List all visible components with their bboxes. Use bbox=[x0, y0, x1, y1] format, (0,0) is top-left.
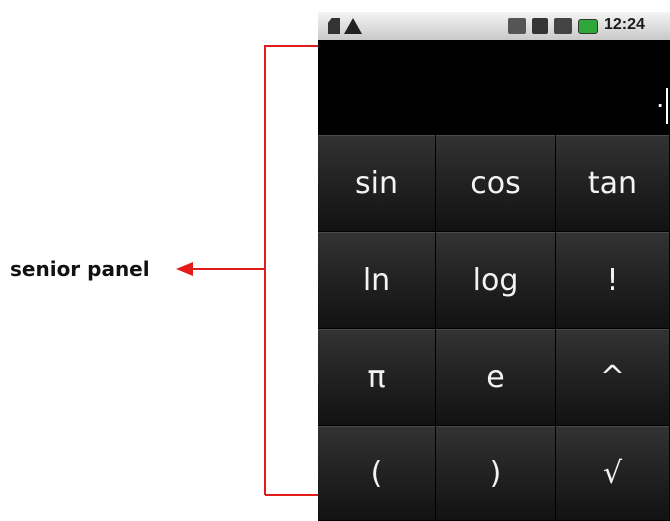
pointer-line bbox=[192, 268, 265, 270]
open-paren-button[interactable]: ( bbox=[318, 426, 436, 521]
sqrt-button[interactable]: √ bbox=[556, 426, 670, 521]
signal-icon bbox=[554, 18, 572, 34]
annotation-label: senior panel bbox=[10, 257, 150, 281]
power-button[interactable]: ^ bbox=[556, 329, 670, 426]
sin-button[interactable]: sin bbox=[318, 135, 436, 232]
warning-icon bbox=[344, 18, 362, 34]
arrow-left-icon bbox=[176, 262, 193, 276]
factorial-button[interactable]: ! bbox=[556, 232, 670, 329]
bracket-line-bottom bbox=[265, 494, 320, 496]
phone-screen: 12:24 . sin cos tan ln log ! π e ^ ( ) √ bbox=[318, 12, 670, 521]
ln-button[interactable]: ln bbox=[318, 232, 436, 329]
display-value: . bbox=[656, 82, 664, 113]
cos-button[interactable]: cos bbox=[436, 135, 556, 232]
bracket-line-vertical bbox=[264, 45, 266, 495]
mute-icon bbox=[508, 18, 526, 34]
text-cursor bbox=[666, 88, 668, 124]
status-time: 12:24 bbox=[604, 16, 645, 33]
sd-card-icon bbox=[328, 18, 340, 34]
close-paren-button[interactable]: ) bbox=[436, 426, 556, 521]
status-bar: 12:24 bbox=[318, 12, 670, 41]
senior-panel-keypad: sin cos tan ln log ! π e ^ ( ) √ bbox=[318, 135, 670, 521]
tan-button[interactable]: tan bbox=[556, 135, 670, 232]
pi-button[interactable]: π bbox=[318, 329, 436, 426]
sync-icon bbox=[532, 18, 548, 34]
bracket-line-top bbox=[265, 45, 320, 47]
e-button[interactable]: e bbox=[436, 329, 556, 426]
battery-icon bbox=[578, 19, 598, 34]
log-button[interactable]: log bbox=[436, 232, 556, 329]
calculator-display[interactable]: . bbox=[318, 40, 670, 135]
